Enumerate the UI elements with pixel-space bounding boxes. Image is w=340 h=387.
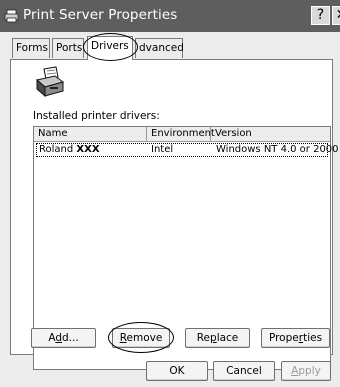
apply-label-end: pply [298,365,321,377]
tab-forms[interactable]: Forms [12,38,50,58]
print-server-properties-window: Print Server Properties ? ✕ Forms Ports … [0,0,340,387]
cancel-button[interactable]: Cancel [213,361,275,381]
add-button[interactable]: Add... [31,328,96,348]
column-header-name[interactable]: Name [34,127,146,141]
properties-button[interactable]: Properties [261,328,330,348]
printer-icon [35,66,65,98]
installed-drivers-label: Installed printer drivers: [33,110,160,122]
title-bar[interactable]: Print Server Properties ? ✕ [0,0,340,32]
replace-accel-key: p [210,332,217,344]
add-label-end: d... [61,332,79,344]
drivers-panel: Installed printer drivers: Name Environm… [10,59,339,370]
replace-label-start: Re [196,332,211,344]
table-row[interactable]: Roland XXX Intel Windows NT 4.0 or 2000 [36,143,339,157]
driver-name-prefix: Roland [39,144,74,155]
add-accel-key: d [55,332,62,344]
close-button[interactable]: ✕ [332,6,340,25]
driver-name: Roland XXX [39,144,100,156]
replace-label-end: lace [216,332,239,344]
help-button[interactable]: ? [311,6,330,25]
window-title: Print Server Properties [23,7,178,23]
properties-label-end: ties [303,332,323,344]
printer-server-icon [4,9,19,23]
tab-drivers[interactable]: Drivers [87,36,133,60]
tab-advanced[interactable]: dvanced [135,38,184,58]
remove-button[interactable]: Remove [112,328,170,348]
ok-button[interactable]: OK [146,361,208,381]
driver-name-model: XXX [76,144,100,155]
tab-ports[interactable]: Ports [52,38,84,58]
list-header: Name Environment Version [34,127,330,142]
driver-version: Windows NT 4.0 or 2000 [216,144,339,155]
remove-label-end: emove [126,332,163,344]
driver-environment: Intel [151,144,174,155]
remove-accel-key: R [119,332,127,344]
replace-button[interactable]: Replace [185,328,250,348]
column-header-version[interactable]: Version [210,127,330,141]
tab-strip: Forms Ports Drivers dvanced [0,36,340,60]
apply-button[interactable]: Apply [281,361,331,381]
column-header-environment[interactable]: Environment [146,127,215,141]
properties-label-start: Prope [268,332,299,344]
